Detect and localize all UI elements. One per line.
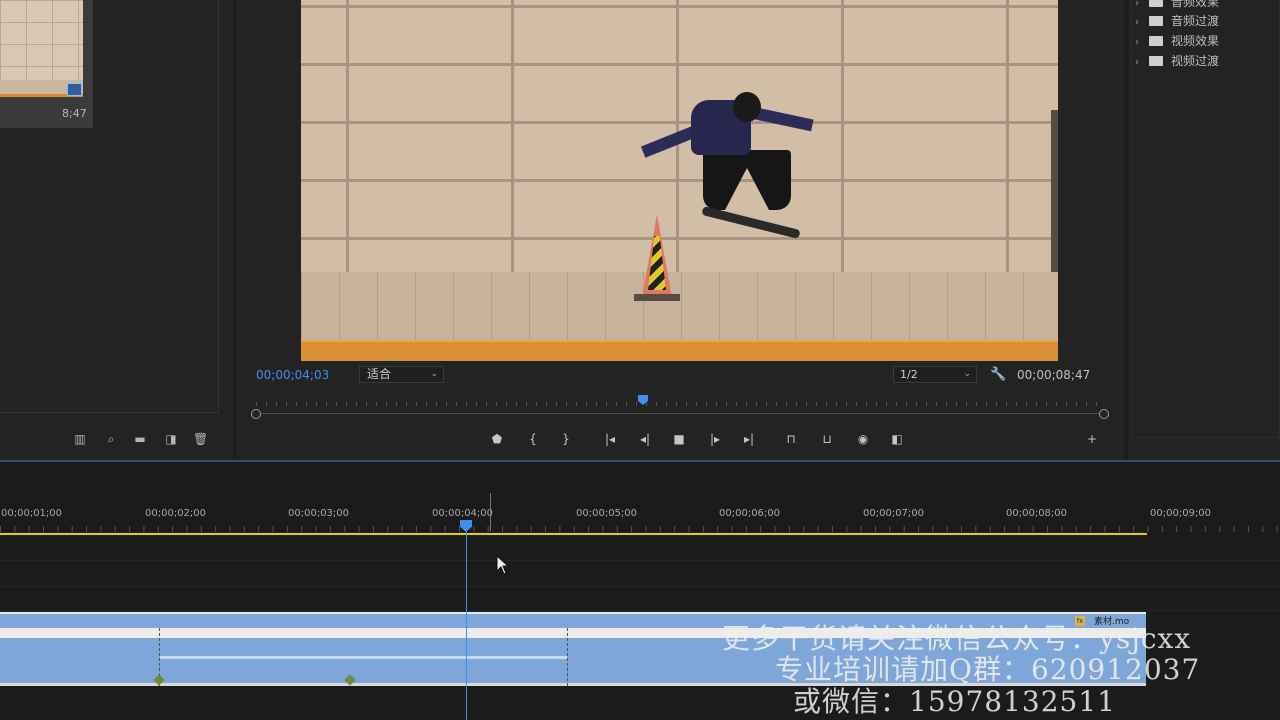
- effects-folder-label: 音频过渡: [1171, 14, 1220, 28]
- chevron-right-icon: ›: [1135, 37, 1139, 48]
- panel-divider: [0, 412, 219, 413]
- search-icon[interactable]: ⌕: [104, 432, 118, 446]
- folder-icon: [1149, 36, 1163, 46]
- clip-duration: 8;47: [62, 107, 87, 120]
- zoom-fit-select[interactable]: 适合 ⌄: [359, 366, 444, 383]
- track-divider: [0, 610, 1280, 611]
- keyframe-marker[interactable]: [567, 628, 568, 686]
- duration-timecode: 00;00;08;47: [1017, 368, 1091, 382]
- step-forward-icon[interactable]: |▸: [706, 431, 724, 447]
- chevron-right-icon: ›: [1135, 57, 1139, 68]
- chevron-right-icon: ›: [1135, 17, 1139, 28]
- ruler-label: 00;00;03;00: [288, 508, 350, 519]
- add-marker-icon[interactable]: ⬟: [488, 431, 506, 447]
- mark-out-icon[interactable]: }: [557, 431, 575, 447]
- ruler-label: 00;00;09;00: [1150, 508, 1212, 519]
- ruler-label: 00;00;07;00: [863, 508, 925, 519]
- add-button-icon[interactable]: +: [1083, 431, 1101, 447]
- track-divider: [0, 560, 1280, 561]
- lift-icon[interactable]: ⊓: [782, 431, 800, 447]
- effects-folder-label: 视频过渡: [1171, 54, 1220, 68]
- video-preview[interactable]: [301, 0, 1058, 361]
- scrub-bar[interactable]: [256, 413, 1104, 414]
- export-frame-icon[interactable]: ◉: [854, 431, 872, 447]
- video-pavement: [301, 272, 1058, 342]
- extract-icon[interactable]: ⊔: [818, 431, 836, 447]
- chevron-down-icon: ⌄: [430, 369, 438, 379]
- ruler-label: 00;00;01;00: [1, 508, 63, 519]
- current-timecode[interactable]: 00;00;04;03: [256, 368, 329, 382]
- effects-folder-label: 音频效果: [1171, 0, 1220, 9]
- sequence-badge-icon: [67, 83, 82, 96]
- clip-keyframe-line: [160, 656, 567, 659]
- video-skater-head: [733, 92, 761, 122]
- hover-indicator: [490, 493, 491, 531]
- track-divider: [0, 586, 1280, 587]
- scrub-start-handle[interactable]: [251, 409, 261, 419]
- panel-divider: [218, 0, 219, 412]
- zoom-fit-value: 适合: [367, 367, 392, 381]
- step-back-icon[interactable]: ◂|: [636, 431, 654, 447]
- effects-folder-audio-effects[interactable]: › 音频效果: [1135, 0, 1219, 10]
- scrub-end-handle[interactable]: [1099, 409, 1109, 419]
- comparison-view-icon[interactable]: ◧: [888, 431, 906, 447]
- resolution-value: 1/2: [900, 368, 918, 381]
- list-view-icon[interactable]: ▥: [73, 432, 87, 446]
- ruler-label: 00;00;06;00: [719, 508, 781, 519]
- ruler-label: 00;00;08;00: [1006, 508, 1068, 519]
- mark-in-icon[interactable]: {: [524, 431, 542, 447]
- watermark-line-3: 或微信：15978132511: [793, 685, 1116, 718]
- stop-icon[interactable]: ■: [670, 431, 688, 447]
- ruler-label: 00;00;02;00: [145, 508, 207, 519]
- effects-folder-label: 视频效果: [1171, 34, 1220, 48]
- video-curb: [301, 340, 1058, 361]
- trash-icon[interactable]: 🗑: [193, 432, 208, 446]
- folder-icon[interactable]: ▬: [133, 432, 147, 446]
- new-item-icon[interactable]: ◨: [164, 432, 178, 446]
- effects-folder-audio-transitions[interactable]: › 音频过渡: [1135, 13, 1219, 29]
- folder-icon: [1149, 16, 1163, 26]
- chevron-down-icon: ⌄: [963, 369, 971, 379]
- go-to-in-icon[interactable]: |◂: [601, 431, 619, 447]
- mouse-cursor-icon: [496, 555, 510, 575]
- timeline-ruler[interactable]: [0, 526, 1280, 532]
- effects-folder-video-transitions[interactable]: › 视频过渡: [1135, 53, 1219, 69]
- folder-icon: [1149, 0, 1163, 7]
- video-cone-base: [634, 294, 680, 301]
- chevron-right-icon: ›: [1135, 0, 1139, 9]
- ruler-label: 00;00;04;00: [432, 508, 494, 519]
- clip-thumbnail[interactable]: 8;47: [0, 0, 93, 128]
- settings-wrench-icon[interactable]: 🔧: [990, 367, 1006, 383]
- timeline-playhead-line[interactable]: [466, 530, 467, 720]
- effects-folder-video-effects[interactable]: › 视频效果: [1135, 33, 1219, 49]
- folder-icon: [1149, 56, 1163, 66]
- playback-resolution-select[interactable]: 1/2 ⌄: [893, 366, 977, 383]
- work-area-bar[interactable]: [0, 533, 1147, 535]
- go-to-out-icon[interactable]: ▸|: [740, 431, 758, 447]
- scrub-bar-ticks[interactable]: [256, 398, 1104, 408]
- video-post: [1051, 110, 1058, 275]
- ruler-label: 00;00;05;00: [576, 508, 638, 519]
